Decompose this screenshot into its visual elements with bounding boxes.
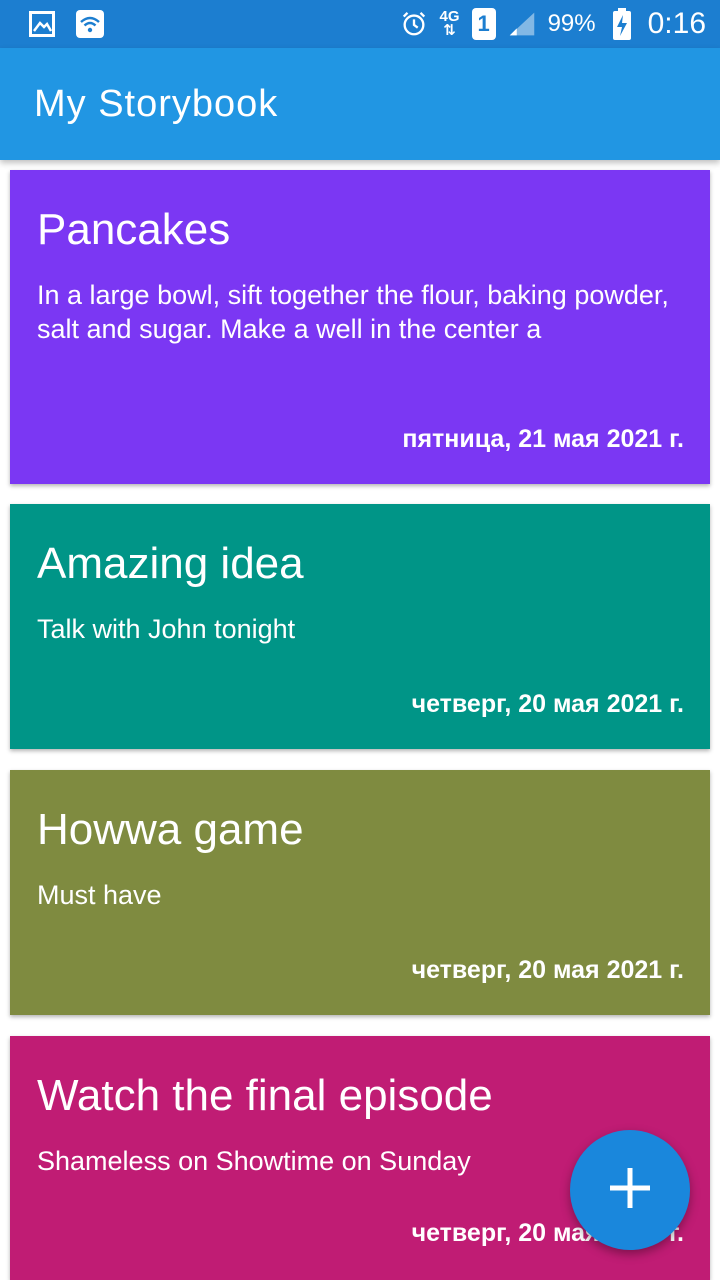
note-card[interactable]: Pancakes In a large bowl, sift together … <box>10 170 710 484</box>
status-left-group <box>28 10 104 38</box>
plus-icon <box>608 1166 652 1215</box>
note-date: четверг, 20 мая 2021 г. <box>411 956 684 984</box>
sim-badge: 1 <box>471 8 496 40</box>
battery-percent: 99% <box>547 10 596 37</box>
note-title: Pancakes <box>37 205 231 254</box>
note-date: пятница, 21 мая 2021 г. <box>402 425 684 453</box>
note-card[interactable]: Howwa game Must have четверг, 20 мая 202… <box>10 770 710 1015</box>
app-bar: My Storybook <box>0 48 720 160</box>
note-body: Must have <box>37 880 162 910</box>
signal-icon <box>508 10 536 38</box>
clock: 0:16 <box>647 7 706 40</box>
status-bar: 4G ⇅ 1 99% 0:16 <box>0 0 720 48</box>
note-title: Howwa game <box>37 805 304 854</box>
note-date: четверг, 20 мая 2021 г. <box>411 690 684 718</box>
wifi-icon <box>76 10 104 38</box>
battery-charging-icon <box>608 8 636 40</box>
note-title: Amazing idea <box>37 539 304 588</box>
network-type: 4G ⇅ <box>440 9 460 39</box>
gallery-icon <box>28 10 56 38</box>
app-title: My Storybook <box>34 82 279 125</box>
alarm-icon <box>400 10 428 38</box>
note-title: Watch the final episode <box>37 1071 493 1120</box>
data-arrows-icon: ⇅ <box>443 22 456 39</box>
add-note-button[interactable] <box>570 1130 690 1250</box>
note-body: In a large bowl, sift together the flour… <box>37 280 669 344</box>
status-right-group: 4G ⇅ 1 99% 0:16 <box>400 7 706 41</box>
note-body: Talk with John tonight <box>37 614 296 644</box>
note-card[interactable]: Amazing idea Talk with John tonight четв… <box>10 504 710 749</box>
